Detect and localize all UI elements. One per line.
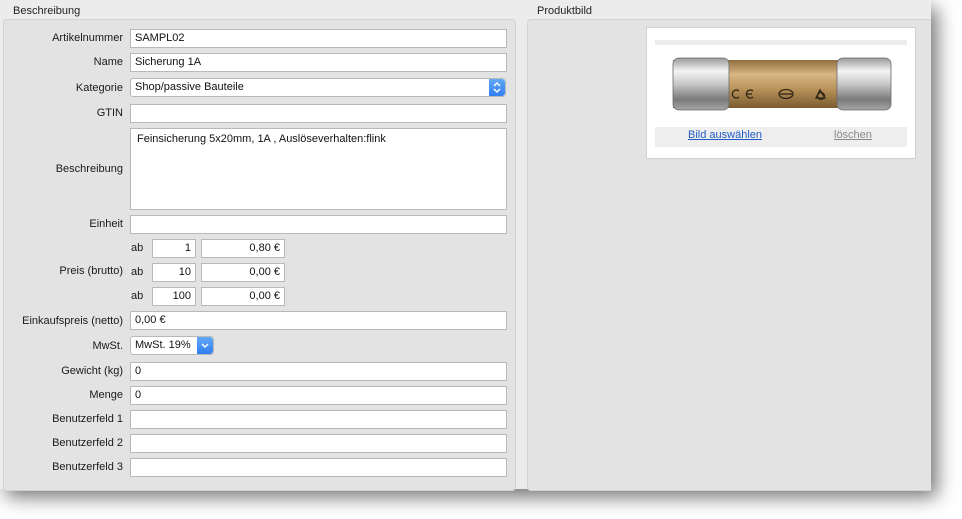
artikelnummer-field[interactable]: SAMPL02 [130,29,507,48]
benutzerfeld-2-field[interactable] [130,434,507,453]
einheit-field[interactable] [130,215,507,234]
image-actions-bar: Bild auswählen löschen [655,127,907,147]
name-label: Name [93,56,123,68]
benutzerfeld-3-label: Benutzerfeld 3 [52,461,123,473]
preis-row-3-qty[interactable]: 100 [152,287,196,306]
preis-row-1-qty[interactable]: 1 [152,239,196,258]
image-header-strip [655,40,907,45]
preis-row-2-qty[interactable]: 10 [152,263,196,282]
einheit-label: Einheit [89,218,123,230]
benutzerfeld-1-field[interactable] [130,410,507,429]
gewicht-field[interactable]: 0 [130,362,507,381]
product-edit-window: Beschreibung Artikelnummer SAMPL02 Name … [0,0,931,491]
preis-row-3-price[interactable]: 0,00 € [201,287,285,306]
preis-row-1-price[interactable]: 0,80 € [201,239,285,258]
gtin-field[interactable] [130,104,507,123]
kategorie-select[interactable]: Shop/passive Bauteile [130,78,506,97]
artikelnummer-label: Artikelnummer [52,32,123,44]
gtin-label: GTIN [96,107,123,119]
preis-label: Preis (brutto) [59,265,123,277]
product-image-card: Bild auswählen löschen [646,27,916,159]
benutzerfeld-2-label: Benutzerfeld 2 [52,437,123,449]
preis-row-1-prefix: ab [131,242,144,254]
benutzerfeld-3-field[interactable] [130,458,507,477]
fuse-image [672,57,892,111]
delete-image-link[interactable]: löschen [834,129,872,141]
benutzerfeld-1-label: Benutzerfeld 1 [52,413,123,425]
mwst-label: MwSt. [92,340,123,352]
einkaufspreis-label: Einkaufspreis (netto) [22,315,123,327]
name-field[interactable]: Sicherung 1A [130,53,507,72]
einkaufspreis-field[interactable]: 0,00 € [130,311,507,330]
preis-row-3-prefix: ab [131,290,144,302]
description-group-title: Beschreibung [13,5,81,17]
mwst-select[interactable]: MwSt. 19% [130,336,214,355]
kategorie-selected-value: Shop/passive Bauteile [135,81,244,93]
product-image-group-title: Produktbild [537,5,593,17]
product-image[interactable] [655,40,907,126]
choose-image-link[interactable]: Bild auswählen [688,129,762,141]
mwst-selected-value: MwSt. 19% [135,339,191,351]
menge-field[interactable]: 0 [130,386,507,405]
beschreibung-label: Beschreibung [55,163,123,175]
kategorie-label: Kategorie [75,82,123,94]
chevron-down-icon [197,337,213,354]
preis-row-2-price[interactable]: 0,00 € [201,263,285,282]
preis-row-2-prefix: ab [131,266,144,278]
menge-label: Menge [89,389,123,401]
beschreibung-textarea[interactable]: Feinsicherung 5x20mm, 1A , Auslöseverhal… [130,128,507,210]
gewicht-label: Gewicht (kg) [61,365,123,377]
chevron-updown-icon [489,79,505,96]
